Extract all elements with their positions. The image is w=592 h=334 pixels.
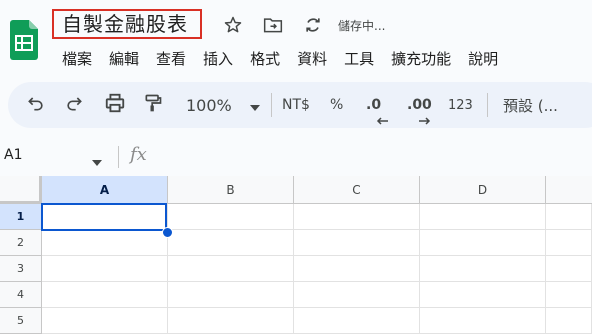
cell-d4[interactable] xyxy=(420,282,546,308)
menu-file[interactable]: 檔案 xyxy=(62,48,92,69)
chevron-down-icon xyxy=(249,96,260,115)
redo-button[interactable] xyxy=(64,82,84,128)
menu-format[interactable]: 格式 xyxy=(250,48,280,69)
number-format-label: 123 xyxy=(448,97,473,113)
cell-e1[interactable] xyxy=(546,204,592,230)
cell-d1[interactable] xyxy=(420,204,546,230)
formula-divider xyxy=(118,146,119,168)
cell-c5[interactable] xyxy=(294,308,420,334)
cell-a2[interactable] xyxy=(42,230,168,256)
percent-label: % xyxy=(330,97,344,113)
title-actions xyxy=(222,13,324,37)
cell-e3[interactable] xyxy=(546,256,592,282)
undo-icon xyxy=(26,93,46,117)
cell-e2[interactable] xyxy=(546,230,592,256)
font-select-value: 預設 (... xyxy=(503,96,558,115)
cell-c1[interactable] xyxy=(294,204,420,230)
cell-a5[interactable] xyxy=(42,308,168,334)
cell-b5[interactable] xyxy=(168,308,294,334)
active-cell-selection xyxy=(41,203,167,231)
star-icon[interactable] xyxy=(222,14,244,36)
column-header-b[interactable]: B xyxy=(168,176,294,204)
cell-b1[interactable] xyxy=(168,204,294,230)
column-header-a[interactable]: A xyxy=(42,176,168,204)
table-row xyxy=(42,256,592,282)
print-button[interactable] xyxy=(104,82,126,128)
menu-insert[interactable]: 插入 xyxy=(203,48,233,69)
sync-icon xyxy=(302,14,324,36)
menu-view[interactable]: 查看 xyxy=(156,48,186,69)
toolbar-divider xyxy=(487,93,488,117)
cell-e5[interactable] xyxy=(546,308,592,334)
table-row xyxy=(42,308,592,334)
table-row xyxy=(42,282,592,308)
paint-format-button[interactable] xyxy=(143,82,163,128)
cell-e4[interactable] xyxy=(546,282,592,308)
column-header-e[interactable] xyxy=(546,176,592,204)
name-box[interactable]: A1 xyxy=(4,147,22,163)
cell-d5[interactable] xyxy=(420,308,546,334)
cell-b2[interactable] xyxy=(168,230,294,256)
cell-b3[interactable] xyxy=(168,256,294,282)
fx-icon: fx xyxy=(130,144,147,165)
cell-c4[interactable] xyxy=(294,282,420,308)
row-header-3[interactable]: 3 xyxy=(0,256,42,282)
cell-d3[interactable] xyxy=(420,256,546,282)
menu-edit[interactable]: 編輯 xyxy=(109,48,139,69)
cell-d2[interactable] xyxy=(420,230,546,256)
decrease-decimal-button[interactable]: .0 xyxy=(366,82,388,128)
row-header-1[interactable]: 1 xyxy=(0,204,42,230)
arrow-right-icon xyxy=(419,110,431,129)
menu-data[interactable]: 資料 xyxy=(297,48,327,69)
fill-handle[interactable] xyxy=(162,227,173,238)
toolbar-divider xyxy=(271,93,272,117)
row-header-2[interactable]: 2 xyxy=(0,230,42,256)
document-title[interactable]: 自製金融股表 xyxy=(62,11,188,37)
menu-tools[interactable]: 工具 xyxy=(344,48,374,69)
paint-format-icon xyxy=(143,92,163,118)
currency-format-button[interactable]: NT$ xyxy=(282,82,310,128)
cell-c3[interactable] xyxy=(294,256,420,282)
redo-icon xyxy=(64,93,84,117)
print-icon xyxy=(104,92,126,118)
undo-button[interactable] xyxy=(26,82,46,128)
zoom-value: 100% xyxy=(186,95,232,115)
save-status: 儲存中... xyxy=(338,19,386,33)
menu-bar: 檔案 編輯 查看 插入 格式 資料 工具 擴充功能 說明 xyxy=(62,45,515,71)
move-folder-icon[interactable] xyxy=(262,14,284,36)
cell-b4[interactable] xyxy=(168,282,294,308)
zoom-select[interactable]: 100% xyxy=(186,82,260,128)
font-select[interactable]: 預設 (... xyxy=(503,82,558,128)
percent-format-button[interactable]: % xyxy=(330,82,343,128)
chevron-down-icon[interactable] xyxy=(92,151,102,170)
cell-a4[interactable] xyxy=(42,282,168,308)
menu-help[interactable]: 說明 xyxy=(468,48,498,69)
sheets-logo-icon[interactable] xyxy=(10,20,38,60)
arrow-left-icon xyxy=(376,110,388,129)
menu-extensions[interactable]: 擴充功能 xyxy=(391,48,451,69)
cell-a3[interactable] xyxy=(42,256,168,282)
formula-input[interactable] xyxy=(160,143,592,171)
currency-label: NT$ xyxy=(282,97,310,113)
column-header-d[interactable]: D xyxy=(420,176,546,204)
select-all-corner[interactable] xyxy=(0,176,42,204)
row-header-5[interactable]: 5 xyxy=(0,308,42,334)
number-format-button[interactable]: 123 xyxy=(448,82,473,128)
column-header-c[interactable]: C xyxy=(294,176,420,204)
increase-decimal-button[interactable]: .00 xyxy=(407,82,432,128)
cell-c2[interactable] xyxy=(294,230,420,256)
table-row xyxy=(42,230,592,256)
row-header-4[interactable]: 4 xyxy=(0,282,42,308)
